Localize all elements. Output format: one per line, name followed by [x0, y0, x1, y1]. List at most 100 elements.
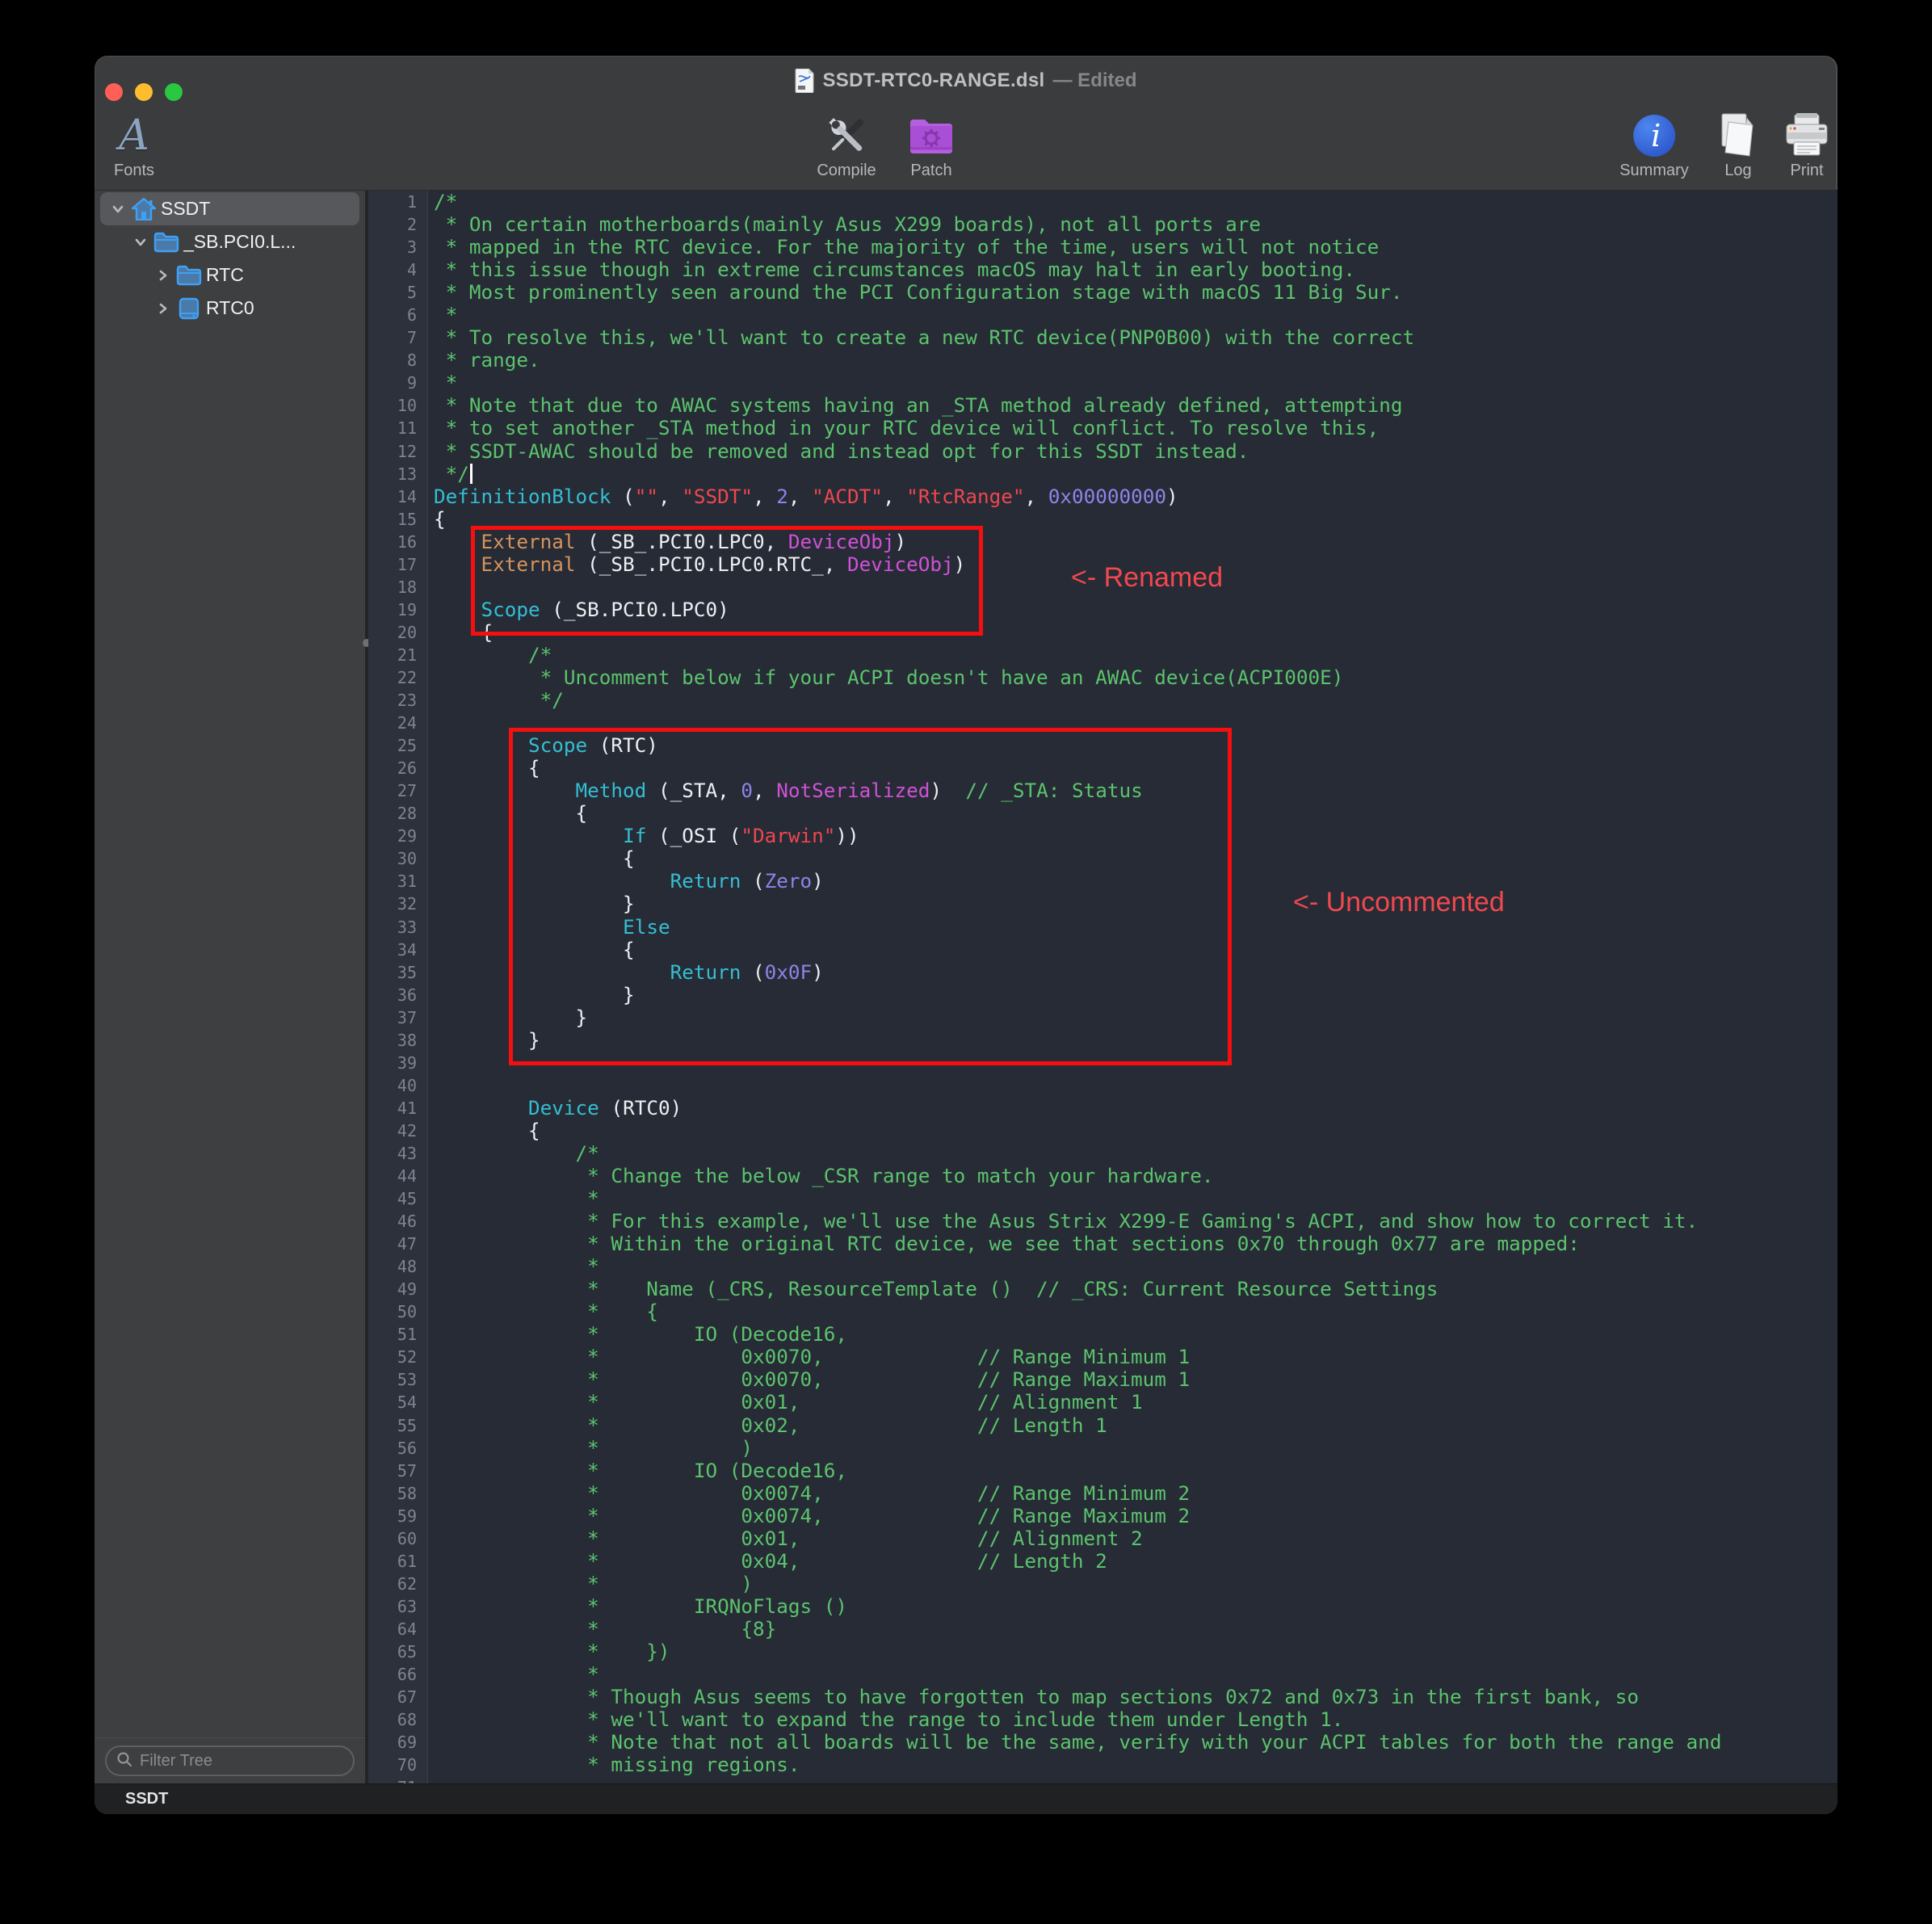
code-line: [434, 1074, 1838, 1097]
code-editor[interactable]: 1234567891011121314151617181920212223242…: [368, 191, 1838, 1783]
status-bar: SSDT: [94, 1783, 1838, 1814]
line-number: 48: [368, 1255, 427, 1278]
code-line: *: [434, 1255, 1838, 1278]
line-number: 14: [368, 485, 427, 508]
code-line: {: [434, 508, 1838, 531]
code-line: * 0x0070, // Range Minimum 1: [434, 1346, 1838, 1368]
line-number: 21: [368, 644, 427, 666]
patch-folder-icon: [907, 112, 956, 159]
line-number: 2: [368, 213, 427, 236]
sidebar-item-ssdt[interactable]: SSDT: [100, 192, 359, 225]
code-line: * On certain motherboards(mainly Asus X2…: [434, 213, 1838, 236]
code-line: {: [434, 939, 1838, 961]
line-number: 9: [368, 372, 427, 394]
line-number: 37: [368, 1006, 427, 1029]
summary-button[interactable]: i Summary: [1619, 112, 1689, 180]
line-number: 4: [368, 258, 427, 281]
folder-icon: [153, 230, 180, 254]
chevron-down-icon[interactable]: [132, 233, 149, 251]
code-line: Scope (_SB.PCI0.LPC0): [434, 599, 1838, 621]
sidebar-item-rtc[interactable]: RTC: [100, 258, 359, 292]
code-line: * To resolve this, we'll want to create …: [434, 326, 1838, 349]
code-line: * ): [434, 1573, 1838, 1595]
tree-item-label: SSDT: [161, 198, 210, 220]
line-number: 12: [368, 440, 427, 463]
sidebar: SSDT _SB.PCI0.L...RTC RTC0 Filter Tree: [94, 191, 365, 1783]
log-label: Log: [1724, 162, 1751, 180]
line-number: 54: [368, 1391, 427, 1414]
code-line: {: [434, 757, 1838, 779]
sidebar-item-sbpci0l[interactable]: _SB.PCI0.L...: [100, 225, 359, 258]
line-number: 71: [368, 1776, 427, 1783]
chevron-right-icon[interactable]: [154, 267, 172, 284]
line-number: 26: [368, 757, 427, 779]
code-line: * this issue though in extreme circumsta…: [434, 258, 1838, 281]
code-text[interactable]: /* * On certain motherboards(mainly Asus…: [434, 191, 1838, 1783]
code-line: /*: [434, 191, 1838, 213]
print-button[interactable]: Print: [1783, 112, 1830, 180]
line-number: 6: [368, 304, 427, 326]
log-button[interactable]: Log: [1717, 112, 1759, 180]
line-number: 51: [368, 1323, 427, 1346]
search-icon: [116, 1751, 132, 1771]
fonts-button[interactable]: A Fonts: [114, 112, 154, 180]
code-line: * IO (Decode16,: [434, 1323, 1838, 1346]
line-number: 53: [368, 1368, 427, 1391]
line-number: 44: [368, 1165, 427, 1187]
chevron-right-icon[interactable]: [154, 300, 172, 317]
line-number: 16: [368, 531, 427, 553]
line-number: 56: [368, 1437, 427, 1460]
line-number: 66: [368, 1663, 427, 1686]
print-label: Print: [1790, 162, 1823, 180]
code-line: Device (RTC0): [434, 1097, 1838, 1120]
code-line: [434, 712, 1838, 734]
titlebar[interactable]: SSDT-RTC0-RANGE.dsl — Edited: [94, 56, 1838, 106]
compile-button[interactable]: Compile: [817, 112, 876, 180]
code-line: *: [434, 372, 1838, 394]
patch-label: Patch: [910, 162, 951, 180]
code-line: * 0x04, // Length 2: [434, 1550, 1838, 1573]
sidebar-item-rtc0[interactable]: RTC0: [100, 292, 359, 325]
line-number: 7: [368, 326, 427, 349]
line-number: 68: [368, 1708, 427, 1731]
code-line: Return (0x0F): [434, 961, 1838, 984]
code-line: * to set another _STA method in your RTC…: [434, 417, 1838, 439]
line-number: 13: [368, 463, 427, 485]
line-number: 23: [368, 689, 427, 712]
code-line: * {: [434, 1300, 1838, 1323]
code-line: }: [434, 893, 1838, 915]
code-line: * 0x02, // Length 1: [434, 1414, 1838, 1437]
line-number: 62: [368, 1573, 427, 1595]
line-number: 70: [368, 1754, 427, 1776]
line-number: 33: [368, 916, 427, 939]
chevron-down-icon[interactable]: [109, 200, 127, 218]
folder-icon: [175, 263, 203, 288]
code-line: External (_SB_.PCI0.LPC0.RTC_, DeviceObj…: [434, 553, 1838, 576]
filter-tree-input[interactable]: Filter Tree: [105, 1745, 355, 1776]
code-line: {: [434, 802, 1838, 825]
line-number-gutter: 1234567891011121314151617181920212223242…: [368, 191, 428, 1783]
code-line: Return (Zero): [434, 870, 1838, 893]
line-number: 32: [368, 893, 427, 915]
code-line: [434, 576, 1838, 599]
line-number: 18: [368, 576, 427, 599]
code-line: * Uncomment below if your ACPI doesn't h…: [434, 666, 1838, 689]
line-number: 28: [368, 802, 427, 825]
code-line: * IRQNoFlags (): [434, 1595, 1838, 1618]
line-number: 17: [368, 553, 427, 576]
compile-tools-icon: [821, 112, 872, 159]
tree-item-label: RTC0: [206, 297, 254, 319]
code-line: {: [434, 1120, 1838, 1142]
line-number: 19: [368, 599, 427, 621]
line-number: 35: [368, 961, 427, 984]
window-title: SSDT-RTC0-RANGE.dsl: [822, 69, 1044, 92]
code-line: }: [434, 1029, 1838, 1052]
code-line: Scope (RTC): [434, 734, 1838, 757]
code-line: * Name (_CRS, ResourceTemplate () // _CR…: [434, 1278, 1838, 1300]
line-number: 31: [368, 870, 427, 893]
line-number: 59: [368, 1505, 427, 1527]
patch-button[interactable]: Patch: [907, 112, 956, 180]
line-number: 67: [368, 1686, 427, 1708]
line-number: 27: [368, 779, 427, 802]
code-line: * 0x01, // Alignment 2: [434, 1527, 1838, 1550]
